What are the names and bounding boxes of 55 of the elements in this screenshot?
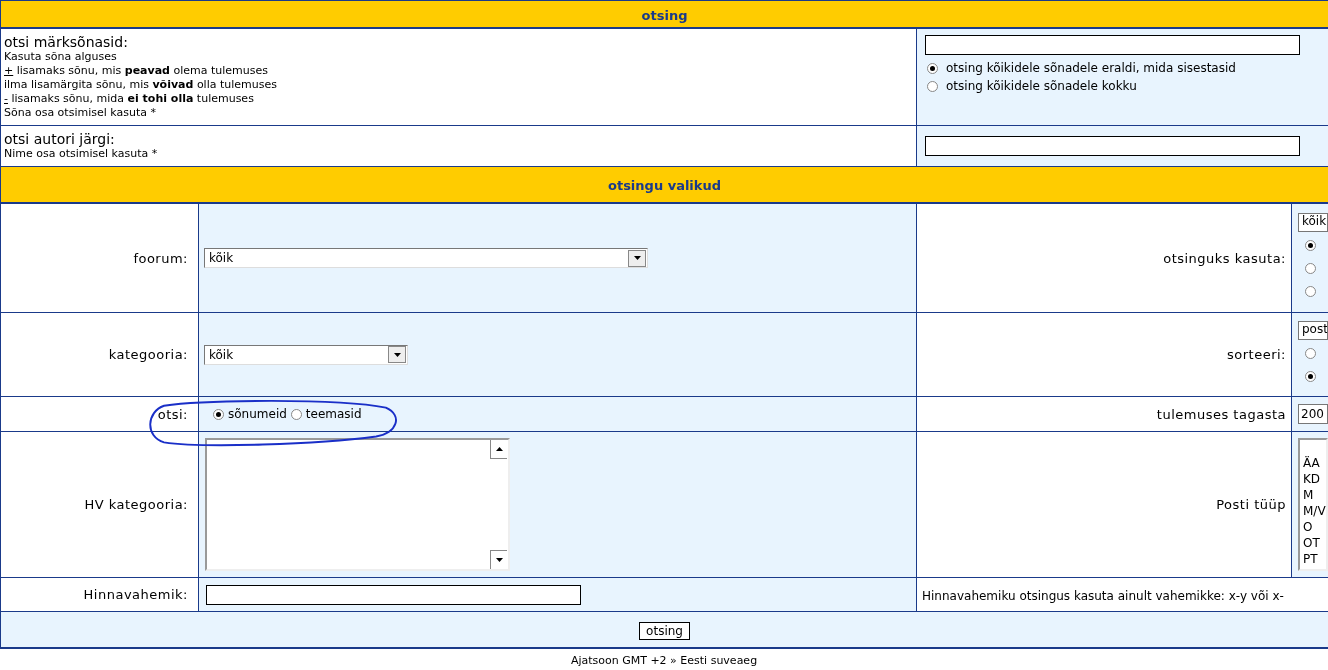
radio-label: otsing kõikidele sõnadele kokku bbox=[946, 79, 1137, 93]
hint-text: Hinnavahemiku otsingus kasuta ainult vahemikke: x-y või x- bbox=[921, 589, 1284, 603]
radio-label: otsing kõikidele sõnadele eraldi, mida sisestasid bbox=[946, 61, 1236, 75]
caret-icon bbox=[633, 256, 641, 260]
radio-button[interactable] bbox=[1305, 285, 1316, 297]
list-option[interactable]: M/V bbox=[1303, 503, 1326, 519]
hint-text: + lisamaks sõnu, mis peavad olema tulemuses bbox=[4, 64, 270, 78]
keywords-field[interactable] bbox=[925, 35, 1300, 55]
hint-text: Nime osa otsimisel kasuta * bbox=[4, 147, 159, 161]
caret-icon bbox=[393, 352, 401, 357]
dropdown[interactable]: post bbox=[1298, 320, 1328, 340]
field-label: otsi märksõnasid: bbox=[4, 34, 129, 50]
radio-button[interactable] bbox=[927, 80, 938, 92]
timezone-text: Ajatsoon GMT +2 » Eesti suveaeg bbox=[570, 654, 758, 667]
scroll-up-icon[interactable] bbox=[495, 447, 503, 451]
listbox[interactable]: ÄA KD M M/V O OT PT bbox=[1298, 438, 1328, 571]
list-option[interactable]: O bbox=[1303, 519, 1326, 535]
hint-text: Sõna osa otsimisel kasuta * bbox=[4, 106, 157, 120]
list-option[interactable]: KD bbox=[1303, 471, 1326, 487]
field-label: sorteeri: bbox=[1227, 347, 1286, 362]
hint-text: Kasuta sõna alguses bbox=[4, 50, 118, 64]
field-label: tulemuses tagasta bbox=[1156, 406, 1286, 422]
dropdown[interactable]: kõik bbox=[204, 344, 408, 365]
radio-label: sõnumeid bbox=[228, 407, 287, 421]
field-label: foorum: bbox=[133, 250, 188, 266]
list-option[interactable]: M bbox=[1303, 487, 1326, 503]
radio-button[interactable] bbox=[1305, 239, 1316, 251]
price-range-field[interactable] bbox=[206, 584, 581, 605]
radio-button[interactable] bbox=[1305, 262, 1316, 274]
radio-label: teemasid bbox=[305, 407, 362, 421]
search-button[interactable]: otsing bbox=[639, 621, 690, 640]
field-label: kategooria: bbox=[108, 347, 188, 362]
field-label: Hinnavahemik: bbox=[83, 587, 188, 602]
section-title: otsingu valikud bbox=[608, 178, 722, 193]
list-option[interactable]: ÄA bbox=[1303, 455, 1326, 471]
field-label: Posti tüüp bbox=[1216, 497, 1286, 512]
radio-button[interactable] bbox=[290, 408, 302, 420]
dropdown[interactable]: kõik bbox=[1298, 212, 1328, 232]
dropdown[interactable]: kõik bbox=[204, 248, 648, 268]
results-count-field[interactable]: 200 bbox=[1298, 404, 1328, 424]
author-field[interactable] bbox=[925, 136, 1300, 156]
hint-text: - lisamaks sõnu, mida ei tohi olla tulemuses bbox=[4, 92, 255, 106]
field-label: otsinguks kasuta: bbox=[1163, 250, 1286, 266]
field-label: otsi: bbox=[157, 406, 188, 422]
list-option[interactable]: PT bbox=[1303, 551, 1326, 567]
field-label: HV kategooria: bbox=[84, 497, 188, 512]
section-title: otsing bbox=[641, 7, 688, 23]
scroll-down-icon[interactable] bbox=[495, 558, 503, 562]
field-label: otsi autori järgi: bbox=[4, 131, 116, 147]
radio-button[interactable] bbox=[1305, 347, 1316, 359]
list-option[interactable]: OT bbox=[1303, 535, 1326, 551]
radio-button[interactable] bbox=[927, 62, 938, 74]
radio-button[interactable] bbox=[213, 408, 224, 420]
hint-text: ilma lisamärgita sõnu, mis võivad olla tulemuses bbox=[4, 78, 278, 92]
radio-button[interactable] bbox=[1305, 370, 1316, 382]
